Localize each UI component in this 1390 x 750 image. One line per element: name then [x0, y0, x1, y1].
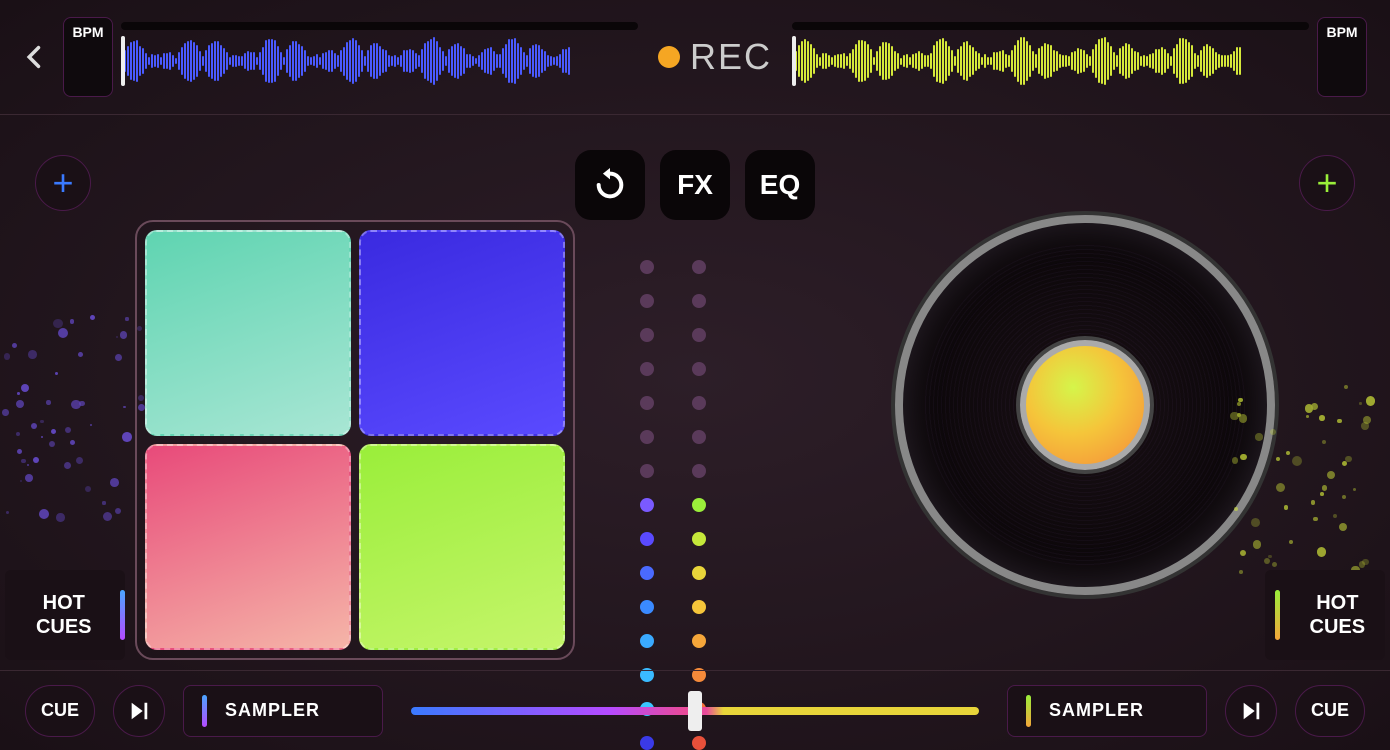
loop-icon: [593, 168, 627, 202]
sampler-indicator: [1026, 695, 1031, 727]
splatter-decoration-left: [0, 315, 160, 515]
play-left-button[interactable]: [113, 685, 165, 737]
level-dot: [692, 464, 706, 478]
hot-cues-right-button[interactable]: HOT CUES: [1265, 570, 1385, 660]
level-dot: [640, 600, 654, 614]
sampler-indicator: [202, 695, 207, 727]
back-button[interactable]: [15, 37, 55, 77]
level-dot: [640, 260, 654, 274]
cue-left-button[interactable]: CUE: [25, 685, 95, 737]
level-dot: [692, 294, 706, 308]
progress-bar-left: [121, 22, 638, 30]
add-track-left-button[interactable]: +: [35, 155, 91, 211]
level-dot: [640, 634, 654, 648]
level-dot: [640, 328, 654, 342]
chevron-left-icon: [21, 43, 49, 71]
hot-cues-left-button[interactable]: HOT CUES: [5, 570, 125, 660]
pad-3[interactable]: [145, 444, 351, 650]
bottom-bar: CUE SAMPLER SAMPLER CUE: [0, 670, 1390, 750]
sample-pads: [135, 220, 575, 660]
level-dot: [640, 294, 654, 308]
level-dot: [640, 464, 654, 478]
level-dot: [692, 498, 706, 512]
sampler-label: SAMPLER: [1049, 700, 1144, 721]
level-dot: [640, 532, 654, 546]
crossfader[interactable]: [411, 691, 979, 731]
play-right-button[interactable]: [1225, 685, 1277, 737]
add-track-right-button[interactable]: +: [1299, 155, 1355, 211]
fx-button[interactable]: FX: [660, 150, 730, 220]
progress-bar-right: [792, 22, 1309, 30]
main-area: + + FX EQ HOT CUES HOT CUES: [0, 115, 1390, 670]
cue-right-button[interactable]: CUE: [1295, 685, 1365, 737]
level-dot: [692, 532, 706, 546]
top-bar: BPM REC BPM: [0, 0, 1390, 115]
playhead-right[interactable]: [792, 36, 796, 86]
waveform-left[interactable]: [121, 12, 638, 102]
level-dot: [692, 396, 706, 410]
level-dot: [692, 260, 706, 274]
hot-cues-indicator: [1275, 590, 1280, 640]
sampler-left-button[interactable]: SAMPLER: [183, 685, 383, 737]
jog-wheel[interactable]: [895, 215, 1275, 595]
vinyl-label: [1020, 340, 1150, 470]
crossfader-handle[interactable]: [688, 691, 702, 731]
hot-cues-indicator: [120, 590, 125, 640]
level-dot: [692, 362, 706, 376]
level-dot: [640, 566, 654, 580]
loop-button[interactable]: [575, 150, 645, 220]
center-controls: FX EQ: [575, 150, 815, 220]
waveform-right[interactable]: [792, 12, 1309, 102]
level-dot: [640, 362, 654, 376]
sampler-right-button[interactable]: SAMPLER: [1007, 685, 1207, 737]
splatter-decoration-right: [1230, 375, 1390, 575]
record-icon: [658, 46, 680, 68]
record-label: REC: [690, 36, 772, 78]
bpm-right[interactable]: BPM: [1317, 17, 1367, 97]
hot-cues-label: HOT CUES: [1290, 591, 1385, 639]
record-button[interactable]: REC: [658, 36, 772, 78]
level-dot: [692, 600, 706, 614]
play-next-icon: [128, 700, 150, 722]
plus-icon: +: [1316, 165, 1337, 201]
pad-1[interactable]: [145, 230, 351, 436]
eq-button[interactable]: EQ: [745, 150, 815, 220]
play-next-icon: [1240, 700, 1262, 722]
sampler-label: SAMPLER: [225, 700, 320, 721]
level-dot: [692, 634, 706, 648]
level-dot: [692, 566, 706, 580]
level-dot: [692, 430, 706, 444]
bpm-left[interactable]: BPM: [63, 17, 113, 97]
playhead-left[interactable]: [121, 36, 125, 86]
plus-icon: +: [52, 165, 73, 201]
pad-4[interactable]: [359, 444, 565, 650]
level-dot: [640, 430, 654, 444]
level-dot: [692, 328, 706, 342]
pad-2[interactable]: [359, 230, 565, 436]
hot-cues-label: HOT CUES: [17, 591, 110, 639]
level-dot: [640, 396, 654, 410]
level-dot: [640, 498, 654, 512]
